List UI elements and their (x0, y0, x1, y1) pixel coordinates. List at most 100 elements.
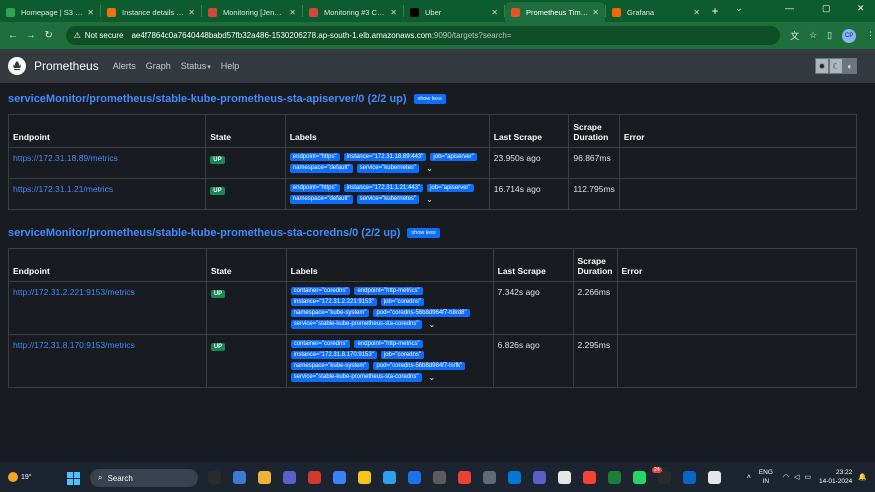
clock[interactable]: 23:22 14-01-2024 (819, 468, 852, 486)
tab-close-icon[interactable]: ✕ (491, 8, 498, 17)
labels-cell: container="coredns" endpoint="http-metric… (285, 334, 494, 388)
brand-name[interactable]: Prometheus (34, 59, 99, 73)
profile-avatar[interactable]: CP (842, 28, 856, 43)
back-icon[interactable]: ← (4, 30, 22, 41)
prometheus-logo-icon[interactable] (8, 57, 26, 75)
windows-start-icon[interactable] (67, 472, 80, 485)
url-host: ae4f7864c0a7640448babd57fb32a486-1530206… (131, 31, 432, 40)
nav-alerts[interactable]: Alerts (113, 61, 136, 71)
column-header: Last Scrape (492, 248, 574, 282)
tab-title: Grafana (627, 7, 655, 17)
browser-tab[interactable]: Prometheus Time Se ✕ (505, 2, 605, 22)
label-badge: service="kubernetes" (356, 164, 420, 173)
endpoint-link[interactable]: https://172.31.1.21/metrics (13, 184, 113, 194)
task-view-icon[interactable] (208, 471, 221, 484)
chevron-down-icon[interactable]: ⌄ (429, 373, 436, 382)
label-badge: service="stable-kube-prometheus-sta-core… (290, 320, 422, 329)
browser-tab[interactable]: Grafana ✕ (606, 2, 706, 22)
edge-icon[interactable] (333, 471, 346, 484)
tab-close-icon[interactable]: ✕ (390, 8, 397, 17)
translate-icon[interactable]: 文 (790, 29, 799, 42)
security-status[interactable]: Not secure (85, 31, 124, 40)
folder-icon[interactable] (358, 471, 371, 484)
chrome-dev-icon[interactable] (583, 471, 596, 484)
bookmark-star-icon[interactable]: ☆ (809, 30, 817, 41)
scrape-pool-title[interactable]: serviceMonitor/prometheus/stable-kube-pr… (8, 93, 407, 105)
nav-status[interactable]: Status▾ (181, 61, 211, 71)
chrome-icon[interactable] (558, 471, 571, 484)
light-theme-icon[interactable]: ✹ (815, 58, 829, 74)
new-tab-button[interactable]: + (706, 4, 724, 18)
browser-tab[interactable]: Monitoring [Jenkins] ✕ (202, 2, 302, 22)
app-icon[interactable] (383, 471, 396, 484)
close-icon[interactable]: ✕ (857, 3, 865, 14)
scrape-pool-title[interactable]: serviceMonitor/prometheus/stable-kube-pr… (8, 227, 400, 239)
error-cell (616, 334, 857, 388)
teams-icon[interactable] (283, 471, 296, 484)
maximize-icon[interactable]: ▢ (822, 3, 831, 14)
battery-icon[interactable]: ▭ (804, 473, 811, 481)
app-icon[interactable] (483, 471, 496, 484)
reload-icon[interactable]: ↻ (40, 30, 58, 41)
table-row: http://172.31.2.221:9153/metrics UP contai… (8, 281, 857, 335)
tab-close-icon[interactable]: ✕ (592, 8, 599, 17)
tab-close-icon[interactable]: ✕ (188, 8, 195, 17)
notepad-icon[interactable] (683, 471, 696, 484)
input-language[interactable]: ENG IN (759, 468, 773, 486)
excel-icon[interactable] (608, 471, 621, 484)
targets-content: serviceMonitor/prometheus/stable-kube-pr… (0, 83, 875, 462)
show-less-button[interactable]: show less (413, 94, 446, 104)
endpoint-link[interactable]: https://172.31.18.89/metrics (13, 153, 118, 163)
chrome-icon[interactable] (458, 471, 471, 484)
browser-theme-icon[interactable]: ◐ (843, 58, 857, 74)
tray-overflow-icon[interactable]: ˄ (747, 474, 751, 481)
label-badge: job="coredns" (380, 351, 424, 359)
tab-favicon-icon (612, 7, 621, 17)
chevron-down-icon[interactable]: ⌄ (426, 195, 433, 204)
browser-tab[interactable]: Homepage | S3 | Glo ✕ (0, 2, 100, 22)
widgets-icon[interactable] (233, 471, 246, 484)
endpoint-link[interactable]: http://172.31.8.170:9153/metrics (13, 340, 135, 350)
chrome-icon[interactable] (408, 471, 421, 484)
speaker-icon[interactable]: ◁ (794, 473, 799, 481)
tab-search-icon[interactable]: ⌄ (735, 3, 743, 14)
chevron-down-icon[interactable]: ⌄ (426, 164, 433, 173)
terminal-icon[interactable] (433, 471, 446, 484)
url-bar[interactable]: ⚠ Not secure ae4f7864c0a7640448babd57fb3… (65, 26, 781, 45)
endpoint-link[interactable]: http://172.31.2.221:9153/metrics (13, 287, 135, 297)
forward-icon[interactable]: → (22, 30, 40, 41)
app-icon[interactable] (708, 471, 721, 484)
sidepanel-icon[interactable]: ▯ (827, 30, 832, 41)
scrape-pool: serviceMonitor/prometheus/stable-kube-pr… (7, 88, 875, 210)
label-badge: instance="172.31.2.221:9153" (290, 298, 377, 306)
browser-tab[interactable]: Uber ✕ (404, 2, 504, 22)
tab-close-icon[interactable]: ✕ (87, 8, 94, 17)
notification-bell-icon[interactable]: 🔔 (858, 473, 867, 481)
last-scrape-cell: 16.714s ago (488, 178, 570, 210)
label-badge: container="coredns" (290, 340, 351, 348)
tab-close-icon[interactable]: ✕ (289, 8, 296, 17)
outlook-icon[interactable] (508, 471, 521, 484)
labels-cell: endpoint="https" instance="172.31.18.89:4… (284, 147, 490, 179)
taskbar-search[interactable]: ⌕ Search (90, 469, 198, 487)
dark-theme-icon[interactable]: ☾ (829, 58, 843, 74)
file-explorer-icon[interactable] (258, 471, 271, 484)
nav-help[interactable]: Help (221, 61, 240, 71)
browser-tab[interactable]: Monitoring #3 Conso ✕ (303, 2, 403, 22)
show-less-button[interactable]: show less (407, 228, 440, 238)
teams-icon[interactable] (533, 471, 546, 484)
wifi-icon[interactable]: ◠ (783, 473, 789, 481)
minimize-icon[interactable]: — (785, 3, 794, 13)
whatsapp-icon[interactable] (633, 471, 646, 484)
nav-graph[interactable]: Graph (146, 61, 171, 71)
state-cell: UP (205, 178, 286, 210)
browser-tab[interactable]: Instance details | EC2 ✕ (101, 2, 201, 22)
endpoint-cell: http://172.31.2.221:9153/metrics (8, 281, 207, 335)
state-badge: UP (210, 187, 225, 195)
opera-icon[interactable] (308, 471, 321, 484)
tab-close-icon[interactable]: ✕ (693, 8, 700, 17)
menu-icon[interactable]: ⋮ (866, 30, 875, 41)
chevron-down-icon[interactable]: ⌄ (429, 320, 436, 329)
error-cell (616, 281, 857, 335)
weather-widget[interactable]: 19° (8, 472, 32, 482)
